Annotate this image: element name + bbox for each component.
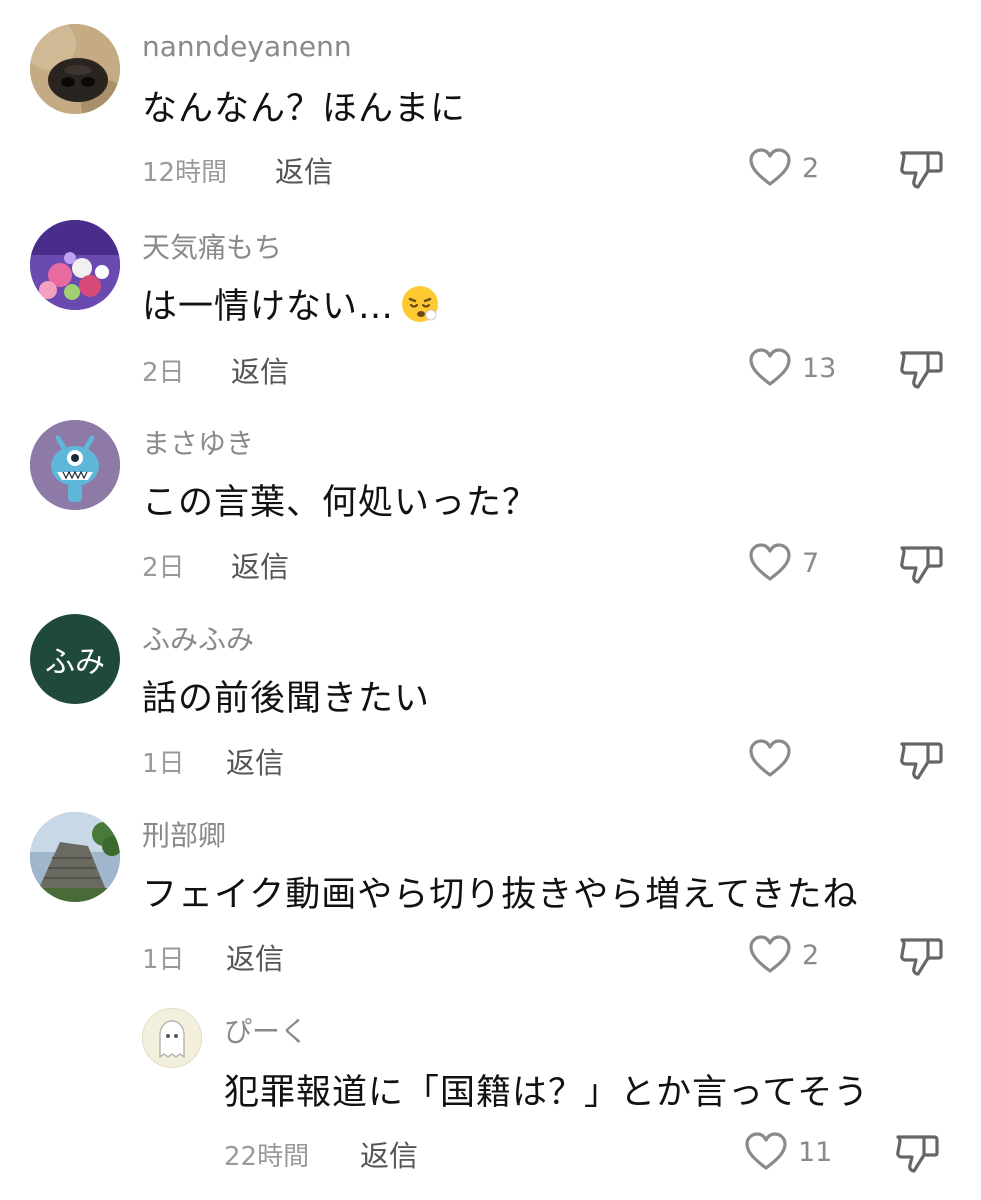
comment-username[interactable]: まさゆき	[142, 422, 254, 462]
reply-button[interactable]: 返信	[231, 544, 289, 586]
like-button[interactable]: 13	[748, 348, 836, 388]
ghost-illustration-icon	[143, 1009, 201, 1067]
like-count: 13	[802, 352, 837, 384]
thumbs-down-icon	[900, 151, 943, 189]
heart-icon	[749, 935, 791, 973]
like-count: 2	[802, 152, 820, 184]
avatar-initials: ふみ	[45, 645, 105, 680]
heart-icon	[749, 739, 791, 777]
comment-text: 話の前後聞きたい	[142, 679, 431, 719]
like-count: 7	[802, 547, 820, 579]
comment-timestamp: 1日	[142, 945, 185, 975]
comment-timestamp: 1日	[142, 749, 185, 779]
heart-icon	[749, 543, 791, 581]
reply-button[interactable]: 返信	[275, 149, 333, 191]
comment-text: は一情けない…	[142, 278, 440, 329]
comment-item: 天気痛もち は一情けない… 2日 返信 13	[0, 200, 981, 396]
dog-nose-photo-icon	[30, 24, 120, 114]
comment-item: nanndeyanenn なんなん？ほんまに 12時間 返信 2	[0, 0, 981, 200]
reply-timestamp: 22時間	[224, 1142, 310, 1172]
comment-username[interactable]: ふみふみ	[142, 618, 254, 658]
reply-button[interactable]: 返信	[226, 936, 284, 978]
like-button[interactable]: 7	[748, 543, 819, 583]
like-count: 11	[798, 1136, 833, 1168]
avatar[interactable]	[30, 220, 120, 310]
comment-username[interactable]: 天気痛もち	[142, 226, 282, 266]
dislike-button[interactable]	[898, 738, 944, 782]
dislike-button[interactable]	[898, 347, 944, 391]
dislike-button[interactable]	[894, 1131, 940, 1175]
thumbs-down-icon	[896, 1135, 939, 1173]
heart-icon	[749, 348, 791, 386]
comment-text: この言葉、何処いった？	[142, 483, 539, 523]
blue-monster-illustration-icon	[30, 420, 120, 510]
reply-item: ぴーく 犯罪報道に「国籍は？」とか言ってそう 22時間 返信 11	[0, 998, 981, 1200]
comment-text-content: は一情けない…	[142, 287, 395, 327]
flower-bouquet-photo-icon	[30, 220, 120, 310]
comment-username[interactable]: nanndeyanenn	[142, 30, 352, 63]
comment-item: 刑部卿 フェイク動画やら切り抜きやら増えてきたね 1日 返信 2	[0, 788, 981, 998]
dislike-button[interactable]	[898, 147, 944, 191]
like-button[interactable]: 2	[748, 935, 819, 975]
like-count: 2	[802, 939, 820, 971]
heart-icon	[745, 1132, 787, 1170]
dislike-button[interactable]	[898, 542, 944, 586]
comment-item: まさゆき この言葉、何処いった？ 2日 返信 7	[0, 396, 981, 592]
reply-username[interactable]: ぴーく	[224, 1010, 308, 1050]
castle-stone-wall-photo-icon	[30, 812, 120, 902]
thumbs-down-icon	[900, 351, 943, 389]
dislike-button[interactable]	[898, 934, 944, 978]
avatar[interactable]	[30, 24, 120, 114]
like-button[interactable]	[748, 739, 802, 779]
reply-button[interactable]: 返信	[360, 1133, 418, 1175]
comment-text: なんなん？ほんまに	[142, 89, 467, 129]
avatar[interactable]	[30, 812, 120, 902]
avatar[interactable]: ふみ	[30, 614, 120, 704]
like-button[interactable]: 2	[748, 148, 819, 188]
comment-text: フェイク動画やら切り抜きやら増えてきたね	[142, 875, 859, 915]
reply-button[interactable]: 返信	[231, 349, 289, 391]
reply-button[interactable]: 返信	[226, 740, 284, 782]
comment-item: ふみ ふみふみ 話の前後聞きたい 1日 返信	[0, 592, 981, 788]
avatar[interactable]	[30, 420, 120, 510]
comment-timestamp: 2日	[142, 358, 185, 388]
like-button[interactable]: 11	[744, 1132, 832, 1172]
comment-timestamp: 12時間	[142, 158, 228, 188]
thumbs-down-icon	[900, 938, 943, 976]
tired-face-emoji-icon	[400, 284, 440, 324]
thumbs-down-icon	[900, 546, 943, 584]
avatar[interactable]	[142, 1008, 202, 1068]
heart-icon	[749, 148, 791, 186]
comment-username[interactable]: 刑部卿	[142, 814, 226, 854]
reply-text: 犯罪報道に「国籍は？」とか言ってそう	[224, 1073, 870, 1113]
thumbs-down-icon	[900, 742, 943, 780]
comment-timestamp: 2日	[142, 553, 185, 583]
